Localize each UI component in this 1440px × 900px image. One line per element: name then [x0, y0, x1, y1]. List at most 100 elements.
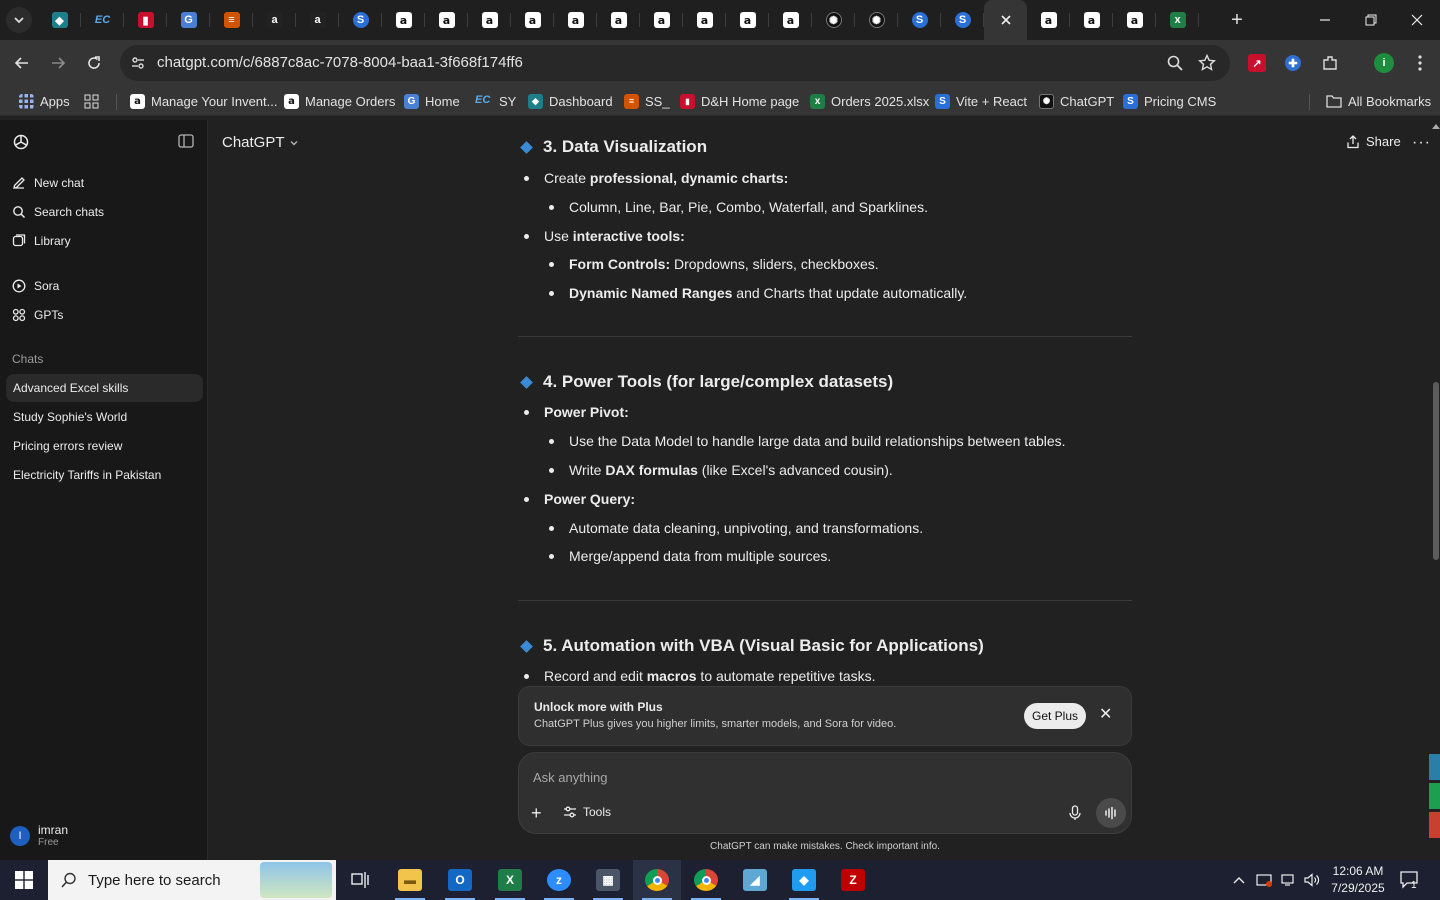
taskbar-search-box[interactable]: Type here to search — [48, 860, 336, 900]
taskbar-zoom[interactable]: z — [535, 860, 583, 900]
tab-search-button[interactable] — [6, 7, 32, 33]
browser-tab[interactable]: a — [382, 0, 425, 40]
new-tab-button[interactable]: + — [1226, 9, 1248, 31]
browser-tab[interactable]: a — [253, 0, 296, 40]
browser-tab[interactable]: EC — [81, 0, 124, 40]
close-icon[interactable] — [1000, 14, 1012, 26]
sidebar-toggle-icon[interactable] — [178, 134, 194, 148]
bookmark-sy[interactable]: EC SY — [475, 92, 516, 110]
chat-item-advanced-excel[interactable]: Advanced Excel skills — [6, 374, 203, 402]
forward-button[interactable] — [45, 50, 71, 76]
zoom-icon[interactable] — [1166, 54, 1184, 72]
back-button[interactable] — [9, 50, 35, 76]
puzzle-extension-icon[interactable]: ✚ — [1283, 53, 1303, 73]
bookmark-manage-orders[interactable]: a Manage Orders — [284, 92, 395, 110]
browser-tab[interactable]: a — [1113, 0, 1156, 40]
site-info-icon[interactable] — [130, 55, 146, 71]
browser-tab[interactable]: a — [1070, 0, 1113, 40]
tray-app-icon[interactable] — [1252, 860, 1276, 900]
bookmark-dh-home[interactable]: ▮ D&H Home page — [680, 92, 799, 110]
address-bar[interactable]: chatgpt.com/c/6887c8ac-7078-8004-baa1-3f… — [120, 45, 1230, 81]
browser-tab[interactable]: ◆ — [38, 0, 81, 40]
browser-tab[interactable]: a — [683, 0, 726, 40]
side-tab[interactable] — [1429, 783, 1440, 809]
side-tab[interactable] — [1429, 812, 1440, 838]
browser-tab[interactable]: G — [167, 0, 210, 40]
active-browser-tab[interactable] — [984, 0, 1027, 40]
prompt-input[interactable] — [533, 767, 953, 787]
bookmark-ss[interactable]: ≡ SS_ — [624, 92, 670, 110]
browser-tab[interactable]: a — [769, 0, 812, 40]
bookmark-vite-react[interactable]: S Vite + React — [935, 92, 1027, 110]
task-view-button[interactable] — [336, 860, 384, 900]
browser-tab[interactable]: a — [511, 0, 554, 40]
menu-kebab-icon[interactable] — [1410, 53, 1430, 73]
all-bookmarks-button[interactable]: All Bookmarks — [1326, 92, 1431, 110]
notifications-icon[interactable] — [1398, 868, 1422, 892]
library-button[interactable]: Library — [12, 231, 71, 251]
taskbar-outlook[interactable]: O — [436, 860, 484, 900]
minimize-button[interactable] — [1302, 0, 1348, 40]
reload-button[interactable] — [81, 50, 107, 76]
browser-tab[interactable]: a — [640, 0, 683, 40]
tools-button[interactable]: Tools — [563, 805, 611, 819]
taskbar-excel[interactable]: X — [486, 860, 534, 900]
system-clock[interactable]: 12:06 AM 7/29/2025 — [1318, 863, 1398, 897]
bookmark-dashboard[interactable]: ◆ Dashboard — [528, 92, 613, 110]
profile-avatar-icon[interactable]: i — [1374, 53, 1394, 73]
taskbar-chrome[interactable] — [633, 860, 681, 900]
chat-item-sophies-world[interactable]: Study Sophie's World — [6, 403, 203, 431]
scrollbar-thumb[interactable] — [1433, 382, 1439, 560]
add-attachment-icon[interactable]: + — [531, 803, 542, 824]
share-button[interactable]: Share — [1346, 134, 1401, 149]
bookmark-manage-inventory[interactable]: a Manage Your Invent... — [130, 92, 277, 110]
browser-tab[interactable]: a — [425, 0, 468, 40]
browser-tab[interactable]: ▮ — [124, 0, 167, 40]
close-icon[interactable]: ✕ — [1099, 707, 1112, 723]
bookmark-pricing-cms[interactable]: S Pricing CMS — [1123, 92, 1216, 110]
browser-tab[interactable]: ✺ — [812, 0, 855, 40]
browser-tab[interactable]: a — [554, 0, 597, 40]
taskbar-calculator[interactable]: ▦ — [584, 860, 632, 900]
gpts-button[interactable]: GPTs — [12, 305, 63, 325]
tab-groups-button[interactable] — [84, 92, 99, 110]
network-icon[interactable] — [1277, 860, 1301, 900]
taskbar-chrome-2[interactable] — [682, 860, 730, 900]
microphone-icon[interactable] — [1068, 805, 1082, 821]
search-chats-button[interactable]: Search chats — [12, 202, 104, 222]
url-text[interactable]: chatgpt.com/c/6887c8ac-7078-8004-baa1-3f… — [157, 54, 523, 71]
bookmark-chatgpt[interactable]: ✺ ChatGPT — [1039, 92, 1114, 110]
taskbar-file-explorer[interactable]: ▬ — [386, 860, 434, 900]
user-account-button[interactable]: I imran Free — [10, 824, 68, 848]
browser-tab[interactable]: a — [468, 0, 511, 40]
more-options-icon[interactable]: ··· — [1412, 134, 1431, 152]
browser-tab[interactable]: S — [339, 0, 382, 40]
browser-tab[interactable]: S — [898, 0, 941, 40]
browser-tab[interactable]: a — [1027, 0, 1070, 40]
browser-tab[interactable]: ≡ — [210, 0, 253, 40]
openai-logo-icon[interactable] — [12, 133, 30, 151]
taskbar-app[interactable]: ◢ — [731, 860, 779, 900]
start-button[interactable] — [0, 860, 48, 900]
taskbar-filezilla[interactable]: Z — [829, 860, 877, 900]
pdf-extension-icon[interactable]: ↗ — [1247, 53, 1267, 73]
browser-tab[interactable]: ✺ — [855, 0, 898, 40]
side-tab[interactable] — [1429, 754, 1440, 780]
model-selector[interactable]: ChatGPT — [222, 134, 299, 151]
bookmark-home[interactable]: G Home — [404, 92, 460, 110]
new-chat-button[interactable]: New chat — [12, 173, 84, 193]
extensions-icon[interactable] — [1320, 53, 1340, 73]
chat-item-pricing-errors[interactable]: Pricing errors review — [6, 432, 203, 460]
browser-tab[interactable]: a — [597, 0, 640, 40]
browser-tab[interactable]: a — [296, 0, 339, 40]
bookmark-orders-2025[interactable]: x Orders 2025.xlsx — [810, 92, 929, 110]
browser-tab[interactable]: a — [726, 0, 769, 40]
bookmark-apps[interactable]: Apps — [19, 92, 70, 110]
taskbar-vscode[interactable]: ◆ — [780, 860, 828, 900]
voice-mode-button[interactable] — [1096, 798, 1126, 828]
browser-tab[interactable]: S — [941, 0, 984, 40]
scroll-up-icon[interactable] — [1432, 124, 1440, 129]
browser-tab[interactable]: x — [1156, 0, 1199, 40]
sora-button[interactable]: Sora — [12, 276, 59, 296]
tray-overflow-icon[interactable] — [1228, 860, 1250, 900]
